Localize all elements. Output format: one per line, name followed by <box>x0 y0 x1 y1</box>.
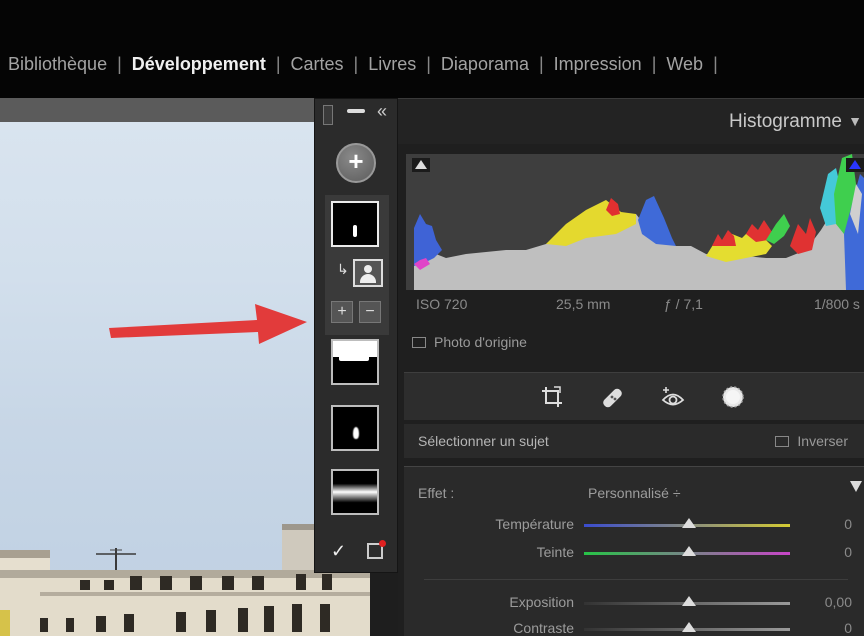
histogram-graph[interactable] <box>406 154 864 290</box>
module-cartes[interactable]: Cartes <box>291 54 344 75</box>
overlay-color-icon[interactable] <box>367 540 386 559</box>
module-web[interactable]: Web <box>666 54 703 75</box>
gradient-mask-fill <box>333 471 377 513</box>
healing-icon[interactable] <box>600 385 626 409</box>
exif-aperture: ƒ / 7,1 <box>664 296 703 312</box>
slider-value[interactable]: 0 <box>844 544 852 560</box>
module-separator: | <box>353 54 359 74</box>
histogram-title: Histogramme <box>729 111 842 132</box>
show-overlay-checkbox[interactable]: ✓ <box>331 541 346 562</box>
select-subject-icon[interactable] <box>353 259 383 287</box>
original-photo-label: Photo d'origine <box>434 334 527 350</box>
subject-mask-thumbnail[interactable] <box>331 201 379 247</box>
develop-right-panel: Histogramme ▼ ISO 720 25,5 mm ƒ / 7,1 1/… <box>398 98 864 636</box>
slider-knob[interactable] <box>682 596 696 606</box>
module-picker: Bibliothèque | Développement | Cartes | … <box>8 54 728 75</box>
create-new-mask-button[interactable]: + <box>336 143 376 183</box>
invert-label: Inverser <box>797 433 848 449</box>
slider-tint: Teinte 0 <box>404 541 864 563</box>
original-photo-checkbox[interactable] <box>412 336 426 348</box>
original-photo-toggle[interactable]: Photo d'origine <box>412 334 527 350</box>
module-developpement[interactable]: Développement <box>132 54 266 75</box>
slider-temperature: Température 0 <box>404 513 864 535</box>
mask-group-selected[interactable]: ↳ + − <box>325 195 389 335</box>
sky-mask-fill <box>339 355 369 361</box>
module-diaporama[interactable]: Diaporama <box>441 54 529 75</box>
flame-mask-thumbnail[interactable] <box>331 405 379 451</box>
mask-panel: « + ↳ + − ✓ <box>314 98 398 573</box>
highlight-clipping-toggle[interactable] <box>846 158 864 172</box>
effect-label: Effet : <box>418 485 455 501</box>
slider-label: Exposition <box>509 594 574 610</box>
flame-mask-fill <box>353 427 359 439</box>
histogram-header[interactable]: Histogramme ▼ <box>398 98 864 144</box>
effect-collapse-icon[interactable] <box>850 481 862 492</box>
slider-label: Température <box>495 516 574 532</box>
gradient-mask-thumbnail[interactable] <box>331 469 379 515</box>
shadow-clipping-toggle[interactable] <box>412 158 430 172</box>
slider-exposure: Exposition 0,00 <box>404 591 864 613</box>
slider-value[interactable]: 0 <box>844 620 852 636</box>
sub-mask-arrow-icon: ↳ <box>337 261 349 277</box>
select-subject-label[interactable]: Sélectionner un sujet <box>418 433 549 449</box>
red-arrow-annotation <box>109 304 307 344</box>
histogram-curves <box>414 154 864 290</box>
subject-silhouette <box>353 225 357 237</box>
module-livres[interactable]: Livres <box>368 54 416 75</box>
red-eye-icon[interactable] <box>660 385 686 409</box>
tool-strip <box>404 372 864 420</box>
module-bibliotheque[interactable]: Bibliothèque <box>8 54 107 75</box>
section-divider <box>424 579 848 580</box>
add-to-mask-button[interactable]: + <box>331 301 353 323</box>
histogram-collapse-icon[interactable]: ▼ <box>848 113 862 129</box>
mask-effects-panel: Effet : Personnalisé ÷ Température 0 Tei… <box>404 466 864 636</box>
slider-label: Contraste <box>513 620 574 636</box>
slider-knob[interactable] <box>682 546 696 556</box>
module-separator: | <box>426 54 431 74</box>
exif-focal-length: 25,5 mm <box>556 296 611 312</box>
exif-shutter-speed: 1/800 s <box>814 296 860 312</box>
slider-knob[interactable] <box>682 518 696 528</box>
module-separator: | <box>538 54 544 74</box>
masking-icon[interactable] <box>720 385 746 409</box>
collapse-panel-icon[interactable]: « <box>377 101 387 122</box>
invert-checkbox[interactable] <box>775 435 790 447</box>
module-separator: | <box>275 54 281 74</box>
panel-drag-handle[interactable] <box>323 105 333 125</box>
select-subject-row: Sélectionner un sujet Inverser <box>404 424 864 458</box>
sky-mask-thumbnail[interactable] <box>331 339 379 385</box>
minimize-icon[interactable] <box>347 109 365 113</box>
slider-label: Teinte <box>536 544 574 560</box>
subtract-from-mask-button[interactable]: − <box>359 301 381 323</box>
module-impression[interactable]: Impression <box>554 54 642 75</box>
exif-iso: ISO 720 <box>416 296 468 312</box>
invert-toggle[interactable]: Inverser <box>775 433 848 449</box>
module-separator: | <box>713 54 718 74</box>
slider-value[interactable]: 0 <box>844 516 852 532</box>
module-separator: | <box>117 54 122 74</box>
module-separator: | <box>651 54 657 74</box>
crop-icon[interactable] <box>540 385 566 409</box>
slider-value[interactable]: 0,00 <box>825 594 852 610</box>
slider-contrast: Contraste 0 <box>404 617 864 636</box>
effect-preset-select[interactable]: Personnalisé ÷ <box>588 485 681 501</box>
module-bar: Bibliothèque | Développement | Cartes | … <box>0 0 864 98</box>
slider-knob[interactable] <box>682 622 696 632</box>
